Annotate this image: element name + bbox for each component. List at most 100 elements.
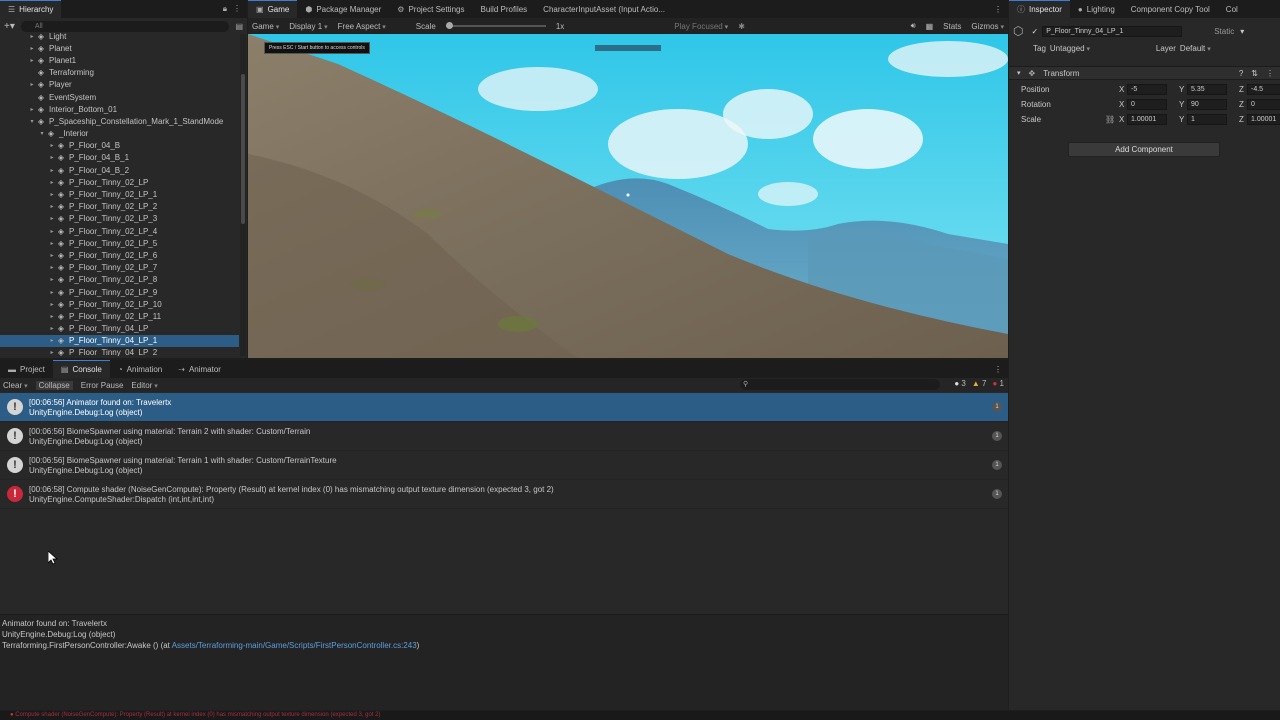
hierarchy-item[interactable]: ▸ ◈ P_Floor_Tinny_02_LP_11 <box>0 310 239 322</box>
tab-game[interactable]: ▣ Game <box>248 0 298 18</box>
hierarchy-item[interactable]: ▸ ◈ P_Floor_Tinny_04_LP_2 <box>0 347 239 356</box>
hierarchy-scrollbar[interactable] <box>240 34 246 356</box>
inspector-tab[interactable]: ● Lighting <box>1070 0 1123 18</box>
hierarchy-item[interactable]: ▸ ◈ Planet1 <box>0 54 239 66</box>
hierarchy-item[interactable]: ▾ ◈ _Interior <box>0 128 239 140</box>
foldout-arrow-icon[interactable]: ▸ <box>28 33 36 40</box>
tab-console[interactable]: ▤ Console <box>52 360 110 378</box>
stats-button[interactable]: Stats <box>943 22 961 31</box>
inspector-tab[interactable]: ⓘ Inspector <box>1009 0 1070 18</box>
rotation-y-field[interactable]: 90 <box>1187 99 1227 110</box>
foldout-arrow-icon[interactable]: ▸ <box>28 81 36 88</box>
game-viewport[interactable]: Press ESC / Start button to access contr… <box>248 34 1008 358</box>
position-z-field[interactable]: -4.5 <box>1247 84 1280 95</box>
hierarchy-item[interactable]: ◈ Terraforming <box>0 67 239 79</box>
hierarchy-item[interactable]: ▸ ◈ P_Floor_Tinny_02_LP_8 <box>0 274 239 286</box>
hierarchy-item[interactable]: ▸ ◈ P_Floor_Tinny_02_LP_7 <box>0 262 239 274</box>
foldout-arrow-icon[interactable]: ▸ <box>48 252 56 259</box>
inspector-tab[interactable]: Col <box>1218 0 1246 18</box>
bug-icon[interactable]: ✱ <box>738 22 745 31</box>
static-dropdown-icon[interactable]: ▾ <box>1240 27 1244 36</box>
scale-y-field[interactable]: 1 <box>1187 114 1227 125</box>
hierarchy-item[interactable]: ▸ ◈ P_Floor_04_B_2 <box>0 164 239 176</box>
hierarchy-item[interactable]: ▸ ◈ P_Floor_Tinny_02_LP_6 <box>0 249 239 261</box>
foldout-arrow-icon[interactable]: ▾ <box>38 130 46 137</box>
foldout-arrow-icon[interactable]: ▸ <box>48 203 56 210</box>
hierarchy-item[interactable]: ▸ ◈ P_Floor_04_B_1 <box>0 152 239 164</box>
editor-dropdown[interactable]: Editor <box>131 381 157 390</box>
foldout-arrow-icon[interactable]: ▸ <box>48 215 56 222</box>
foldout-arrow-icon[interactable]: ▾ <box>1017 69 1021 77</box>
add-component-button[interactable]: Add Component <box>1068 142 1220 157</box>
tab-hierarchy[interactable]: ☰ Hierarchy <box>0 0 62 18</box>
foldout-arrow-icon[interactable]: ▸ <box>48 191 56 198</box>
error-pause-button[interactable]: Error Pause <box>81 381 124 390</box>
hierarchy-item[interactable]: ▸ ◈ P_Floor_Tinny_02_LP <box>0 176 239 188</box>
error-count-toggle[interactable]: ● 1 <box>992 379 1004 388</box>
collapse-button[interactable]: Collapse <box>35 380 73 390</box>
active-checkbox[interactable]: ✓ <box>1031 27 1038 36</box>
display-dropdown[interactable]: Display 1 <box>289 22 327 31</box>
info-count-toggle[interactable]: ● 3 <box>954 379 966 388</box>
component-menu-icon[interactable]: ⋮ <box>1266 69 1274 78</box>
help-icon[interactable]: ? <box>1239 69 1243 78</box>
transform-component-header[interactable]: ▾ ✥ Transform ? ⇅ ⋮ <box>1009 66 1280 80</box>
foldout-arrow-icon[interactable]: ▾ <box>28 118 36 125</box>
hierarchy-item[interactable]: ▸ ◈ Light <box>0 30 239 42</box>
tab-animation[interactable]: ◔ Animation <box>110 360 170 378</box>
foldout-arrow-icon[interactable]: ▸ <box>28 57 36 64</box>
scale-z-field[interactable]: 1.00001 <box>1247 114 1280 125</box>
more-icon[interactable]: ⋮ <box>233 4 241 14</box>
tab-project[interactable]: ▬ Project <box>0 360 53 378</box>
hierarchy-item[interactable]: ▸ ◈ P_Floor_Tinny_04_LP <box>0 323 239 335</box>
script-link[interactable]: Assets/Terraforming-main/Game/Scripts/Fi… <box>172 641 417 650</box>
hierarchy-item[interactable]: ▸ ◈ P_Floor_Tinny_02_LP_3 <box>0 213 239 225</box>
foldout-arrow-icon[interactable]: ▸ <box>48 264 56 271</box>
tab-editor-4[interactable]: CharacterInputAsset (Input Actio... <box>535 0 673 18</box>
foldout-arrow-icon[interactable]: ▸ <box>28 45 36 52</box>
play-focused-dropdown[interactable]: Play Focused <box>674 22 728 31</box>
hierarchy-item[interactable]: ▸ ◈ P_Floor_Tinny_02_LP_10 <box>0 298 239 310</box>
foldout-arrow-icon[interactable]: ▸ <box>48 325 56 332</box>
hierarchy-item[interactable]: ▾ ◈ P_Spaceship_Constellation_Mark_1_Stand… <box>0 115 239 127</box>
foldout-arrow-icon[interactable]: ▸ <box>48 289 56 296</box>
foldout-arrow-icon[interactable]: ▸ <box>48 349 56 356</box>
foldout-arrow-icon[interactable]: ▸ <box>48 228 56 235</box>
position-y-field[interactable]: 5.35 <box>1187 84 1227 95</box>
foldout-arrow-icon[interactable]: ▸ <box>28 106 36 113</box>
foldout-arrow-icon[interactable]: ▸ <box>48 313 56 320</box>
hierarchy-item[interactable]: ▸ ◈ P_Floor_Tinny_02_LP_9 <box>0 286 239 298</box>
warning-count-toggle[interactable]: ▲ 7 <box>972 379 987 388</box>
inspector-tab[interactable]: Component Copy Tool <box>1123 0 1218 18</box>
console-log-entry[interactable]: ! [00:06:56] BiomeSpawner using material:… <box>0 451 1008 480</box>
gizmos-dropdown[interactable]: Gizmos <box>971 22 1004 31</box>
aspect-dropdown[interactable]: Free Aspect <box>338 22 386 31</box>
foldout-arrow-icon[interactable]: ▸ <box>48 337 56 344</box>
tab-editor-3[interactable]: Build Profiles <box>472 0 535 18</box>
hierarchy-item[interactable]: ▸ ◈ Player <box>0 79 239 91</box>
audio-icon[interactable]: 🔊︎ <box>911 21 916 31</box>
lock-icon[interactable]: 🔒︎ <box>223 4 227 14</box>
clear-button[interactable]: Clear <box>3 381 28 390</box>
grid-icon[interactable]: ▦ <box>926 22 934 31</box>
tab-animator[interactable]: ⇢ Animator <box>170 360 229 378</box>
hierarchy-item[interactable]: ▸ ◈ P_Floor_Tinny_02_LP_5 <box>0 237 239 249</box>
foldout-arrow-icon[interactable]: ▸ <box>48 179 56 186</box>
hierarchy-item[interactable]: ▸ ◈ P_Floor_04_B <box>0 140 239 152</box>
foldout-arrow-icon[interactable]: ▸ <box>48 142 56 149</box>
foldout-arrow-icon[interactable]: ▸ <box>48 154 56 161</box>
console-log-entry[interactable]: ! [00:06:56] BiomeSpawner using material:… <box>0 422 1008 451</box>
more-icon[interactable]: ⋮ <box>994 5 1008 14</box>
console-log-entry[interactable]: ! [00:06:58] Compute shader (NoiseGenComp… <box>0 480 1008 509</box>
tab-editor-2[interactable]: ⚙ Project Settings <box>389 0 472 18</box>
hierarchy-item[interactable]: ▸ ◈ P_Floor_Tinny_04_LP_1 <box>0 334 239 347</box>
console-search-input[interactable]: ⚲ <box>740 379 940 390</box>
console-log-entry[interactable]: ! [00:06:56] Animator found on: Travelert… <box>0 393 1008 422</box>
scale-x-field[interactable]: 1.00001 <box>1127 114 1167 125</box>
tag-dropdown[interactable]: Untagged <box>1050 44 1140 53</box>
hierarchy-item[interactable]: ▸ ◈ P_Floor_Tinny_02_LP_1 <box>0 188 239 200</box>
position-x-field[interactable]: -5 <box>1127 84 1167 95</box>
hierarchy-item[interactable]: ▸ ◈ P_Floor_Tinny_02_LP_2 <box>0 201 239 213</box>
foldout-arrow-icon[interactable]: ▸ <box>48 301 56 308</box>
hierarchy-item[interactable]: ▸ ◈ Planet <box>0 42 239 54</box>
